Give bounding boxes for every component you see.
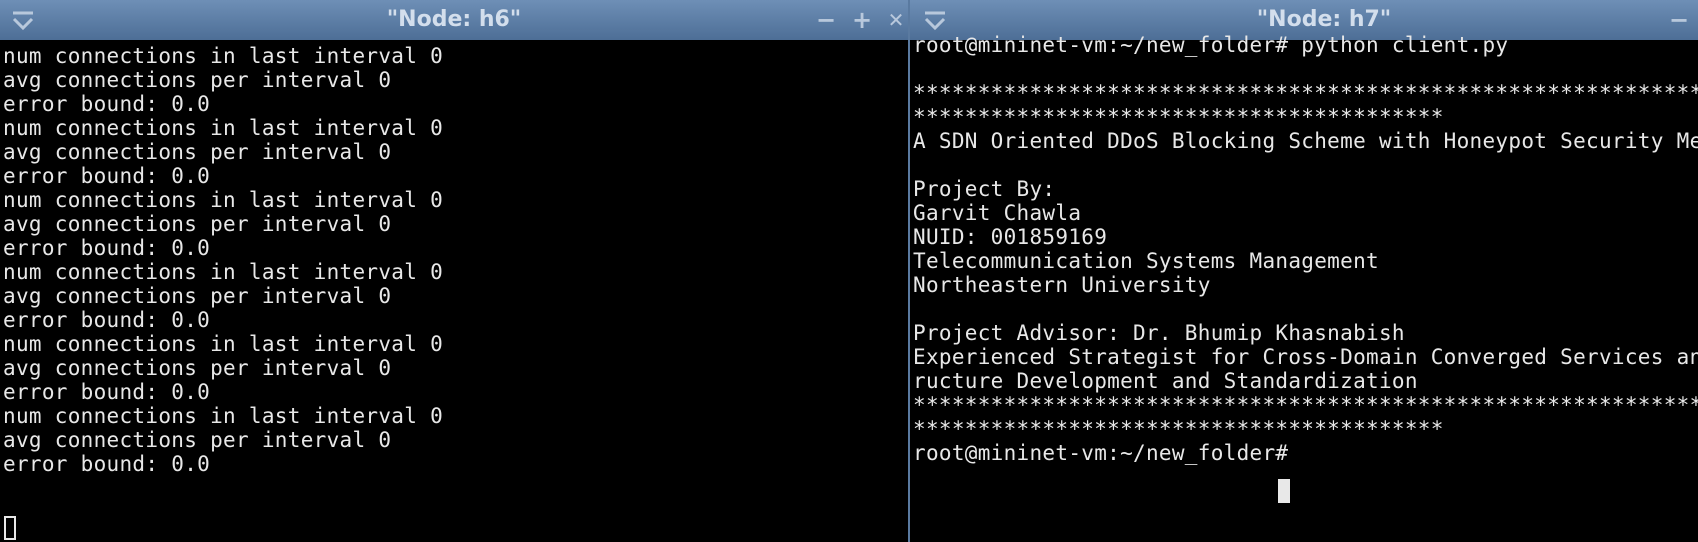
terminal-line: error bound: 0.0 — [3, 236, 211, 260]
terminal-line: num connections in last interval 0 — [3, 260, 444, 284]
terminal-line: Project Advisor: Dr. Bhumip Khasnabish — [913, 321, 1405, 345]
terminal-line: error bound: 0.0 — [3, 452, 211, 476]
terminal-line: error bound: 0.0 — [3, 164, 211, 188]
titlebar-h6[interactable]: "Node: h6" − + ✕ — [0, 0, 908, 40]
close-button[interactable]: ✕ — [883, 4, 908, 36]
minimize-button[interactable]: − — [1666, 4, 1692, 36]
terminal-line: error bound: 0.0 — [3, 380, 211, 404]
terminal-line: Experienced Strategist for Cross-Domain … — [913, 345, 1698, 369]
terminal-window-h6[interactable]: "Node: h6" − + ✕ num connections in last… — [0, 0, 908, 542]
terminal-line: num connections in last interval 0 — [3, 116, 444, 140]
terminal-line: Telecommunication Systems Management — [913, 249, 1379, 273]
terminal-line: ****************************************… — [913, 105, 1444, 129]
terminal-line: num connections in last interval 0 — [3, 404, 444, 428]
terminal-line: ****************************************… — [913, 81, 1698, 105]
terminal-window-h7[interactable]: "Node: h7" − root@mininet-vm:~/new_folde… — [910, 0, 1698, 542]
terminal-line: error bound: 0.0 — [3, 308, 211, 332]
terminal-line: num connections in last interval 0 — [3, 44, 444, 68]
terminal-line: num connections in last interval 0 — [3, 188, 444, 212]
terminal-line: ****************************************… — [913, 417, 1444, 441]
terminal-line: NUID: 001859169 — [913, 225, 1108, 249]
terminal-line: avg connections per interval 0 — [3, 140, 392, 164]
terminal-line: avg connections per interval 0 — [3, 212, 392, 236]
terminal-line: root@mininet-vm:~/new_folder# python cli… — [913, 33, 1509, 57]
terminal-line: ****************************************… — [913, 393, 1698, 417]
terminal-line: Northeastern University — [913, 273, 1211, 297]
terminal-line: avg connections per interval 0 — [3, 284, 392, 308]
terminal-line: Project By: — [913, 177, 1056, 201]
terminal-line: avg connections per interval 0 — [3, 68, 392, 92]
terminal-line: error bound: 0.0 — [3, 92, 211, 116]
terminal-line: Garvit Chawla — [913, 201, 1082, 225]
terminal-line: root@mininet-vm:~/new_folder# — [913, 441, 1302, 465]
terminal-cursor — [1278, 479, 1290, 503]
terminal-output-h6[interactable]: num connections in last interval 0 avg co… — [0, 42, 908, 542]
terminal-line: avg connections per interval 0 — [3, 428, 392, 452]
window-title: "Node: h6" — [386, 7, 522, 32]
maximize-button[interactable]: + — [849, 4, 875, 36]
terminal-output-h7[interactable]: root@mininet-vm:~/new_folder# python cli… — [910, 33, 1698, 542]
terminal-line: avg connections per interval 0 — [3, 356, 392, 380]
terminal-line: A SDN Oriented DDoS Blocking Scheme with… — [913, 129, 1698, 153]
minimize-button[interactable]: − — [813, 4, 839, 36]
terminal-line: ructure Development and Standardization — [913, 369, 1418, 393]
terminal-line: num connections in last interval 0 — [3, 332, 444, 356]
terminal-cursor — [4, 516, 16, 540]
